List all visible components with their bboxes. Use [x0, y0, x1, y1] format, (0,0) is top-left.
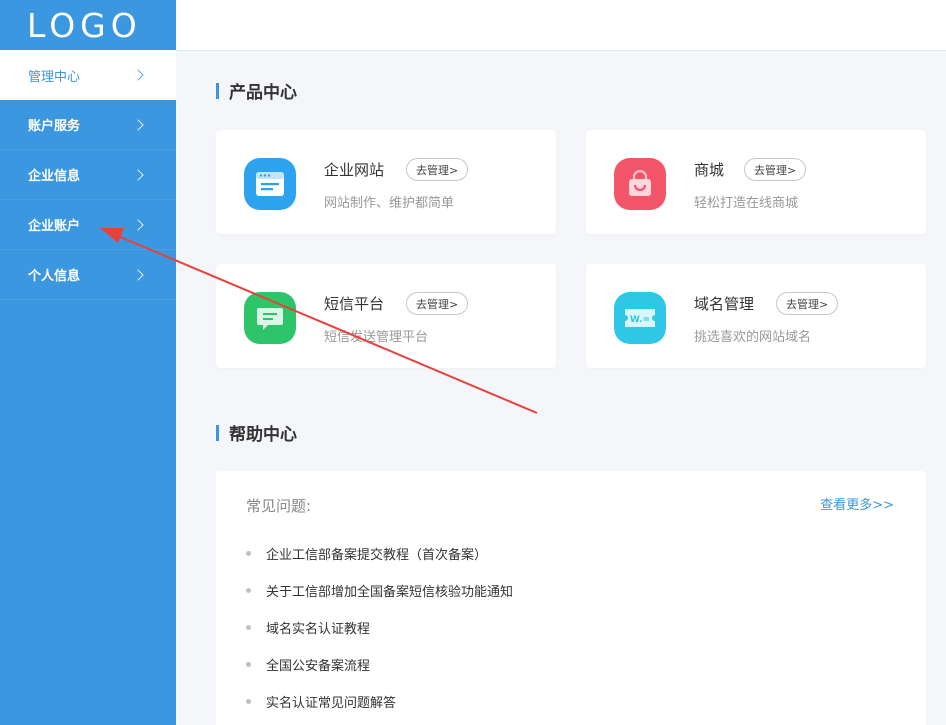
manage-button[interactable]: 去管理>	[744, 158, 807, 181]
product-name: 短信平台	[324, 295, 385, 313]
chevron-right-icon	[132, 268, 144, 281]
website-icon	[244, 158, 296, 210]
sidebar-item-label: 个人信息	[28, 269, 81, 284]
product-name: 商城	[694, 161, 725, 179]
faq-item[interactable]: 实名认证常见问题解答	[246, 683, 513, 720]
faq-item-text: 企业工信部备案提交教程（首次备案）	[266, 548, 488, 563]
view-more-link[interactable]: 查看更多>>	[820, 494, 894, 513]
faq-item-text: 关于工信部增加全国备案短信核验功能通知	[266, 585, 514, 600]
bullet-icon	[246, 625, 251, 630]
faq-item-text: 域名实名认证教程	[266, 622, 371, 637]
faq-item[interactable]: 域名实名认证教程	[246, 609, 513, 646]
product-name: 企业网站	[324, 161, 385, 179]
product-card-mall: 商城 去管理> 轻松打造在线商城	[586, 130, 926, 234]
chevron-right-icon	[132, 118, 144, 131]
section-title: 帮助中心	[229, 425, 297, 445]
sidebar: LOGO 管理中心 账户服务 企业信息 企业账户 个人信息	[0, 0, 176, 725]
faq-item[interactable]: 关于工信部增加全国备案短信核验功能通知	[246, 572, 513, 609]
domain-ticket-icon: W.=	[614, 292, 666, 344]
bullet-icon	[246, 662, 251, 667]
product-description: 网站制作、维护都简单	[324, 196, 455, 211]
section-title: 产品中心	[229, 83, 297, 103]
chevron-right-icon	[132, 168, 144, 181]
bullet-icon	[246, 588, 251, 593]
faq-item[interactable]: 企业工信部备案提交教程（首次备案）	[246, 535, 513, 572]
product-card-sms: 短信平台 去管理> 短信发送管理平台	[216, 264, 556, 368]
help-center-panel: 常见问题: 查看更多>> 企业工信部备案提交教程（首次备案） 关于工信部增加全国…	[216, 471, 926, 725]
top-header	[176, 0, 946, 51]
product-description: 轻松打造在线商城	[694, 196, 799, 211]
product-card-domain: W.= 域名管理 去管理> 挑选喜欢的网站域名	[586, 264, 926, 368]
manage-button[interactable]: 去管理>	[776, 292, 839, 315]
chevron-right-icon	[132, 69, 144, 81]
manage-button[interactable]: 去管理>	[406, 292, 469, 315]
bullet-icon	[246, 699, 251, 704]
sidebar-item-management-center[interactable]: 管理中心	[0, 50, 176, 100]
sidebar-item-label: 企业账户	[28, 219, 81, 234]
bullet-icon	[246, 551, 251, 556]
faq-item[interactable]: 全国公安备案流程	[246, 646, 513, 683]
heading-accent-bar	[216, 424, 219, 441]
message-icon	[244, 292, 296, 344]
faq-item-text: 实名认证常见问题解答	[266, 696, 397, 711]
faq-label: 常见问题:	[246, 497, 312, 515]
product-name: 域名管理	[694, 295, 755, 313]
sidebar-item-company-info[interactable]: 企业信息	[0, 150, 176, 200]
faq-list: 企业工信部备案提交教程（首次备案） 关于工信部增加全国备案短信核验功能通知 域名…	[246, 535, 513, 720]
product-card-website: 企业网站 去管理> 网站制作、维护都简单	[216, 130, 556, 234]
faq-item-text: 全国公安备案流程	[266, 659, 371, 674]
sidebar-item-label: 企业信息	[28, 169, 81, 184]
product-description: 短信发送管理平台	[324, 330, 429, 345]
manage-button[interactable]: 去管理>	[406, 158, 469, 181]
sidebar-item-company-account[interactable]: 企业账户	[0, 200, 176, 250]
domain-icon-text: W.=	[630, 315, 650, 325]
product-description: 挑选喜欢的网站域名	[694, 330, 812, 345]
sidebar-item-personal-info[interactable]: 个人信息	[0, 250, 176, 300]
logo: LOGO	[27, 5, 142, 45]
sidebar-item-account-service[interactable]: 账户服务	[0, 100, 176, 150]
chevron-right-icon	[132, 218, 144, 231]
heading-accent-bar	[216, 82, 219, 99]
product-center-heading: 产品中心	[216, 78, 297, 103]
help-center-heading: 帮助中心	[216, 420, 297, 445]
shopping-bag-icon	[614, 158, 666, 210]
sidebar-item-label: 账户服务	[28, 119, 81, 134]
sidebar-item-label: 管理中心	[28, 69, 81, 85]
